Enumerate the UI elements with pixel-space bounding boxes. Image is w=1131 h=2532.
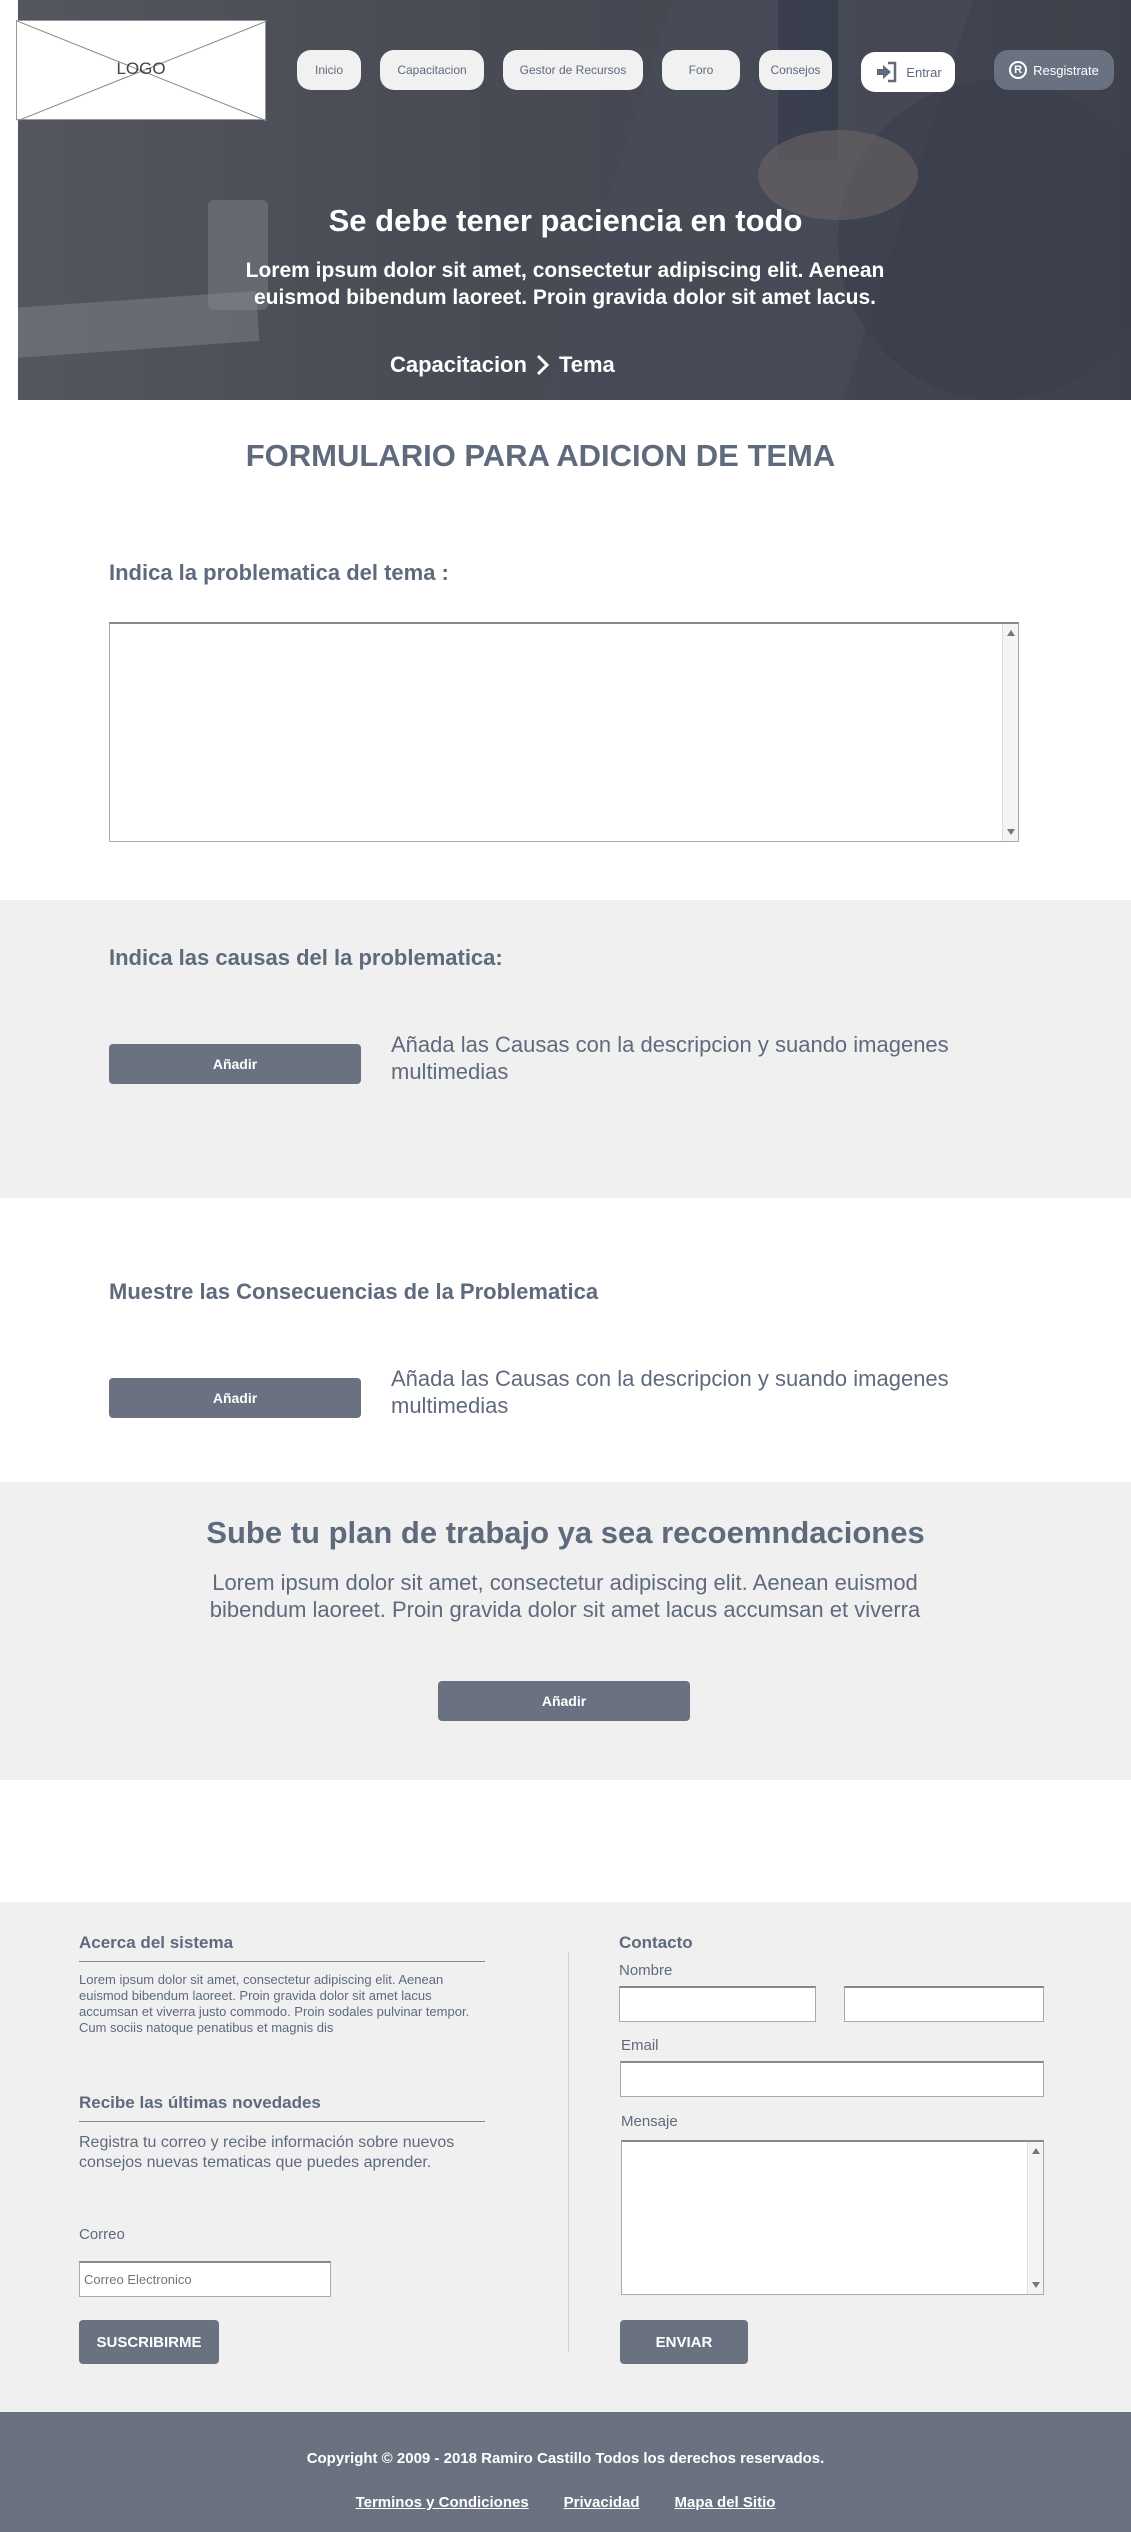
- scroll-up-icon[interactable]: [1007, 630, 1015, 636]
- message-label: Mensaje: [621, 2113, 678, 2130]
- registered-icon: R: [1009, 61, 1028, 79]
- mail-label: Correo: [79, 2226, 125, 2243]
- nav-consejos[interactable]: Consejos: [759, 50, 832, 90]
- subscribe-button[interactable]: SUSCRIBIRME: [79, 2320, 219, 2364]
- about-divider: [79, 1961, 485, 1962]
- contact-title: Contacto: [619, 1933, 693, 1952]
- causes-label: Indica las causas del la problematica:: [109, 945, 503, 970]
- hero-title: Se debe tener paciencia en todo: [328, 203, 803, 238]
- news-text: Registra tu correo y recibe información …: [79, 2134, 455, 2171]
- chevron-right-icon: [536, 354, 550, 376]
- logo[interactable]: LOGO: [16, 20, 267, 121]
- message-scrollbar[interactable]: [1027, 2142, 1043, 2294]
- sitemap-link[interactable]: Mapa del Sitio: [675, 2494, 776, 2511]
- news-title: Recibe las últimas novedades: [79, 2093, 321, 2112]
- causes-description: Añada las Causas con la descripcion y su…: [391, 1032, 949, 1084]
- problem-textarea[interactable]: [109, 622, 1019, 842]
- scroll-up-icon[interactable]: [1032, 2148, 1040, 2154]
- hero-subtitle: Lorem ipsum dolor sit amet, consectetur …: [245, 259, 885, 309]
- about-title: Acerca del sistema: [79, 1933, 234, 1952]
- add-consequences-button[interactable]: Añadir: [109, 1378, 361, 1418]
- add-causes-button[interactable]: Añadir: [109, 1044, 361, 1084]
- newsletter-email-input[interactable]: [79, 2261, 331, 2297]
- login-button[interactable]: Entrar: [861, 52, 955, 92]
- nav-foro[interactable]: Foro: [662, 50, 740, 90]
- nav-inicio[interactable]: Inicio: [297, 50, 361, 90]
- scroll-down-icon[interactable]: [1032, 2282, 1040, 2288]
- breadcrumb: Capacitacion Tema: [390, 352, 615, 378]
- email-label: Email: [621, 2037, 659, 2054]
- login-label: Entrar: [906, 64, 942, 80]
- copyright-text: Copyright © 2009 - 2018 Ramiro Castillo …: [306, 2450, 825, 2467]
- problem-label: Indica la problematica del tema :: [109, 560, 449, 585]
- nav-capacitacion[interactable]: Capacitacion: [380, 50, 484, 90]
- register-label: Resgistrate: [1033, 62, 1099, 78]
- consequences-label: Muestre las Consecuencias de la Problema…: [109, 1279, 599, 1304]
- form-title: FORMULARIO PARA ADICION DE TEMA: [245, 438, 836, 473]
- news-divider: [79, 2121, 485, 2122]
- breadcrumb-capacitacion[interactable]: Capacitacion: [390, 352, 527, 378]
- message-textarea[interactable]: [621, 2140, 1044, 2295]
- footer-bar: Copyright © 2009 - 2018 Ramiro Castillo …: [0, 2412, 1131, 2532]
- textarea-scrollbar[interactable]: [1002, 624, 1018, 841]
- terms-link[interactable]: Terminos y Condiciones: [356, 2494, 529, 2511]
- first-name-input[interactable]: [619, 1986, 816, 2022]
- scroll-down-icon[interactable]: [1007, 829, 1015, 835]
- send-button[interactable]: ENVIAR: [620, 2320, 748, 2364]
- footer-divider: [568, 1952, 569, 2352]
- login-icon: [877, 61, 897, 83]
- last-name-input[interactable]: [844, 1986, 1044, 2022]
- footer-links: Terminos y Condiciones Privacidad Mapa d…: [0, 2494, 1131, 2511]
- add-plan-button[interactable]: Añadir: [438, 1681, 690, 1721]
- privacy-link[interactable]: Privacidad: [564, 2494, 640, 2511]
- name-label: Nombre: [619, 1962, 673, 1979]
- plan-subtitle: Lorem ipsum dolor sit amet, consectetur …: [209, 1570, 921, 1622]
- contact-email-input[interactable]: [620, 2061, 1044, 2097]
- about-text: Lorem ipsum dolor sit amet, consectetur …: [79, 1972, 470, 2035]
- breadcrumb-tema[interactable]: Tema: [559, 352, 615, 378]
- nav-gestor-recursos[interactable]: Gestor de Recursos: [503, 50, 643, 90]
- register-button[interactable]: R Resgistrate: [994, 50, 1114, 90]
- consequences-description: Añada las Causas con la descripcion y su…: [391, 1366, 949, 1418]
- plan-title: Sube tu plan de trabajo ya sea recoemnda…: [206, 1515, 925, 1550]
- logo-text: LOGO: [116, 59, 166, 78]
